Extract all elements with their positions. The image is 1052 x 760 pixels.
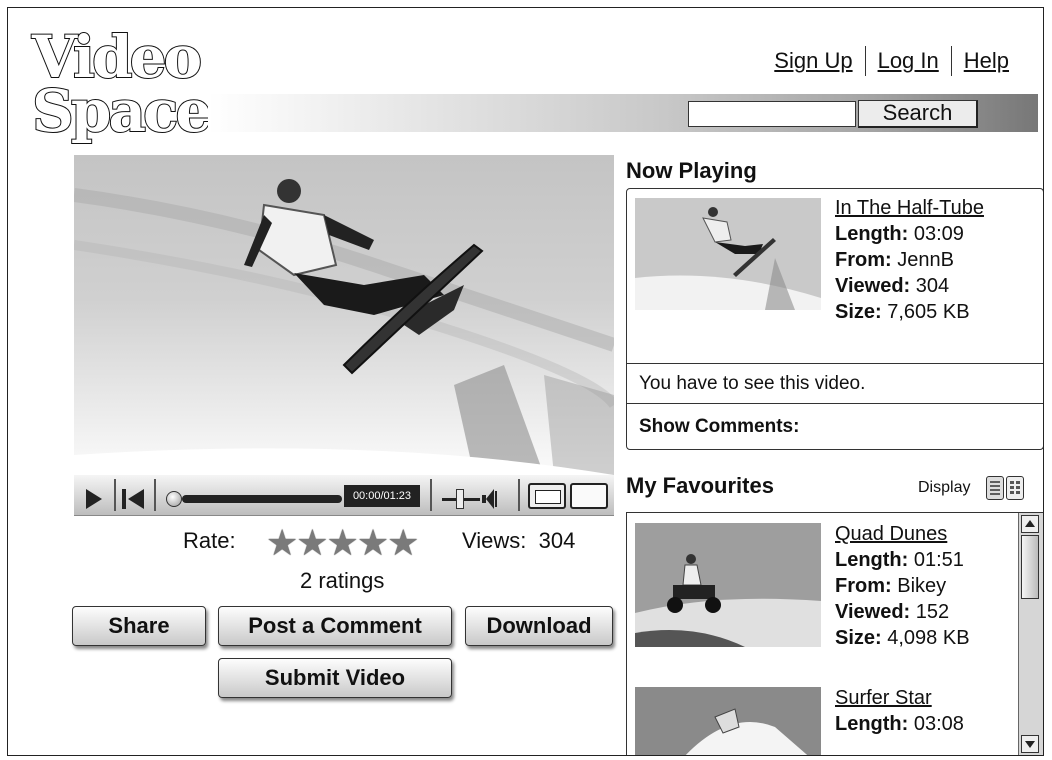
favourite-length: Length: 01:51 — [835, 547, 970, 573]
grid-cells-icon — [1010, 481, 1020, 494]
now-playing-viewed: Viewed: 304 — [835, 273, 984, 299]
viewed-label: Viewed: — [835, 275, 911, 297]
favourite-title-link[interactable]: Quad Dunes — [835, 521, 970, 547]
play-icon[interactable] — [86, 489, 102, 509]
download-button[interactable]: Download — [465, 606, 613, 646]
scroll-down-icon[interactable] — [1021, 735, 1039, 753]
display-label: Display — [918, 479, 971, 496]
list-view-icon[interactable] — [986, 476, 1004, 500]
control-divider — [154, 479, 156, 511]
screen-icon — [535, 490, 561, 504]
seek-track[interactable] — [182, 495, 342, 503]
favourites-heading: My Favourites — [626, 473, 774, 498]
top-nav: Sign Up Log In Help — [762, 46, 1021, 76]
now-playing-panel: In The Half-Tube Length: 03:09 From: Jen… — [626, 188, 1043, 450]
length-label: Length: — [835, 713, 909, 735]
logo-line-2: Space — [31, 77, 213, 145]
from-value: JennB — [897, 249, 954, 271]
snowboarder-image — [74, 155, 614, 475]
scroll-up-icon[interactable] — [1021, 515, 1039, 533]
scroll-thumb[interactable] — [1021, 535, 1039, 599]
views-count: Views: 304 — [462, 528, 575, 554]
favourites-list: Quad Dunes Length: 01:51 From: Bikey Vie… — [626, 512, 1043, 755]
normal-screen-button[interactable] — [528, 483, 566, 509]
search-bar: Search — [208, 94, 1038, 132]
search-button[interactable]: Search — [858, 100, 978, 128]
surfer-image — [635, 687, 821, 755]
signup-link[interactable]: Sign Up — [762, 48, 864, 74]
grid-view-icon[interactable] — [1006, 476, 1024, 500]
control-divider — [430, 479, 432, 511]
views-value: 304 — [538, 528, 576, 553]
help-link[interactable]: Help — [952, 48, 1021, 74]
length-label: Length: — [835, 223, 909, 245]
favourite-meta-quad-dunes: Quad Dunes Length: 01:51 From: Bikey Vie… — [835, 521, 970, 651]
favourite-title-link[interactable]: Surfer Star — [835, 685, 964, 711]
views-label: Views: — [462, 528, 527, 553]
now-playing-from: From: JennB — [835, 247, 984, 273]
now-playing-title-link[interactable]: In The Half-Tube — [835, 195, 984, 221]
submit-video-button[interactable]: Submit Video — [218, 658, 452, 698]
favourite-meta-surfer-star: Surfer Star Length: 03:08 — [835, 685, 964, 737]
snowboard-thumbnail-image — [635, 198, 821, 310]
site-logo[interactable]: Video Space — [31, 27, 232, 153]
size-value: 7,605 KB — [887, 301, 970, 323]
from-label: From: — [835, 249, 892, 271]
now-playing-description: You have to see this video. — [627, 363, 1043, 403]
favourite-thumbnail-quad-dunes[interactable] — [635, 523, 821, 647]
favourite-size: Size: 4,098 KB — [835, 625, 970, 651]
from-label: From: — [835, 575, 892, 597]
time-display: 00:00/01:23 — [344, 485, 420, 507]
now-playing-length: Length: 03:09 — [835, 221, 984, 247]
login-link[interactable]: Log In — [866, 48, 951, 74]
now-playing-meta: In The Half-Tube Length: 03:09 From: Jen… — [835, 195, 984, 325]
rating-stars[interactable]: ★★★★★ — [266, 522, 419, 564]
control-divider — [518, 479, 520, 511]
viewed-value: 304 — [915, 275, 950, 297]
now-playing-thumbnail[interactable] — [635, 198, 821, 310]
size-label: Size: — [835, 627, 882, 649]
post-comment-button[interactable]: Post a Comment — [218, 606, 452, 646]
video-player[interactable] — [74, 155, 614, 475]
rate-label: Rate: — [183, 528, 236, 553]
favourite-viewed: Viewed: 152 — [835, 599, 970, 625]
list-lines-icon — [990, 481, 1000, 495]
ratings-count: 2 ratings — [300, 568, 385, 593]
size-label: Size: — [835, 301, 882, 323]
volume-handle[interactable] — [456, 489, 464, 509]
favourite-thumbnail-surfer-star[interactable] — [635, 687, 821, 755]
quad-bike-image — [635, 523, 821, 647]
favourite-length: Length: 03:08 — [835, 711, 964, 737]
favourite-from: From: Bikey — [835, 573, 970, 599]
length-value: 03:08 — [913, 713, 964, 735]
favourites-scrollbar[interactable] — [1018, 513, 1043, 755]
fullscreen-button[interactable] — [570, 483, 608, 509]
now-playing-size: Size: 7,605 KB — [835, 299, 984, 325]
previous-icon[interactable] — [122, 489, 126, 509]
previous-arrow-icon[interactable] — [128, 489, 144, 509]
control-divider — [114, 479, 116, 511]
viewed-label: Viewed: — [835, 601, 911, 623]
app-window: Video Space Sign Up Log In Help Search 0… — [7, 7, 1044, 756]
viewed-value: 152 — [915, 601, 950, 623]
speaker-icon[interactable] — [482, 489, 497, 509]
size-value: 4,098 KB — [887, 627, 970, 649]
from-value: Bikey — [897, 575, 947, 597]
length-value: 03:09 — [913, 223, 964, 245]
seek-handle[interactable] — [166, 491, 182, 507]
length-value: 01:51 — [913, 549, 964, 571]
share-button[interactable]: Share — [72, 606, 206, 646]
now-playing-heading: Now Playing — [626, 158, 757, 183]
search-input[interactable] — [688, 101, 856, 127]
length-label: Length: — [835, 549, 909, 571]
show-comments-toggle[interactable]: Show Comments: — [627, 403, 1043, 449]
player-controls: 00:00/01:23 — [74, 475, 614, 516]
